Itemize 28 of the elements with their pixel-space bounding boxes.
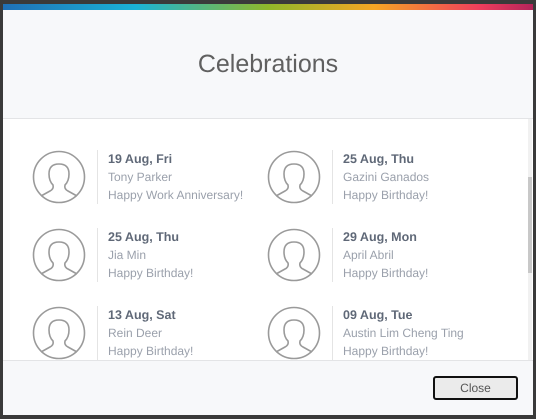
celebration-date: 13 Aug, Sat (108, 307, 177, 324)
celebration-date: 09 Aug, Tue (343, 307, 414, 324)
avatar-icon (267, 306, 321, 360)
avatar-icon (32, 150, 86, 204)
celebration-date: 29 Aug, Mon (343, 229, 418, 246)
celebration-date: 25 Aug, Thu (343, 151, 416, 168)
celebration-message: Happy Birthday! (343, 343, 430, 360)
avatar-icon (267, 228, 321, 282)
celebration-message: Happy Birthday! (108, 343, 194, 360)
scrollbar-thumb[interactable] (528, 177, 532, 274)
scrollbar[interactable] (528, 119, 532, 360)
person-name: Gazini Ganados (343, 169, 430, 186)
celebration-message: Happy Birthday! (343, 265, 428, 282)
avatar-icon (32, 228, 86, 282)
celebration-date: 19 Aug, Fri (108, 151, 174, 168)
close-button[interactable]: Close (433, 376, 518, 400)
person-name: April Abril (343, 247, 395, 264)
person-name: Austin Lim Cheng Ting (343, 325, 464, 342)
person-name: Tony Parker (108, 169, 174, 186)
avatar-icon (267, 150, 321, 204)
celebration-message: Happy Birthday! (108, 265, 194, 282)
celebration-message: Happy Birthday! (343, 187, 430, 204)
celebration-date: 25 Aug, Thu (108, 229, 180, 246)
person-name: Jia Min (108, 247, 148, 264)
person-name: Rein Deer (108, 325, 164, 342)
celebration-message: Happy Work Anniversary! (108, 187, 244, 204)
dialog-title: Celebrations (198, 50, 338, 78)
avatar-icon (32, 306, 86, 360)
